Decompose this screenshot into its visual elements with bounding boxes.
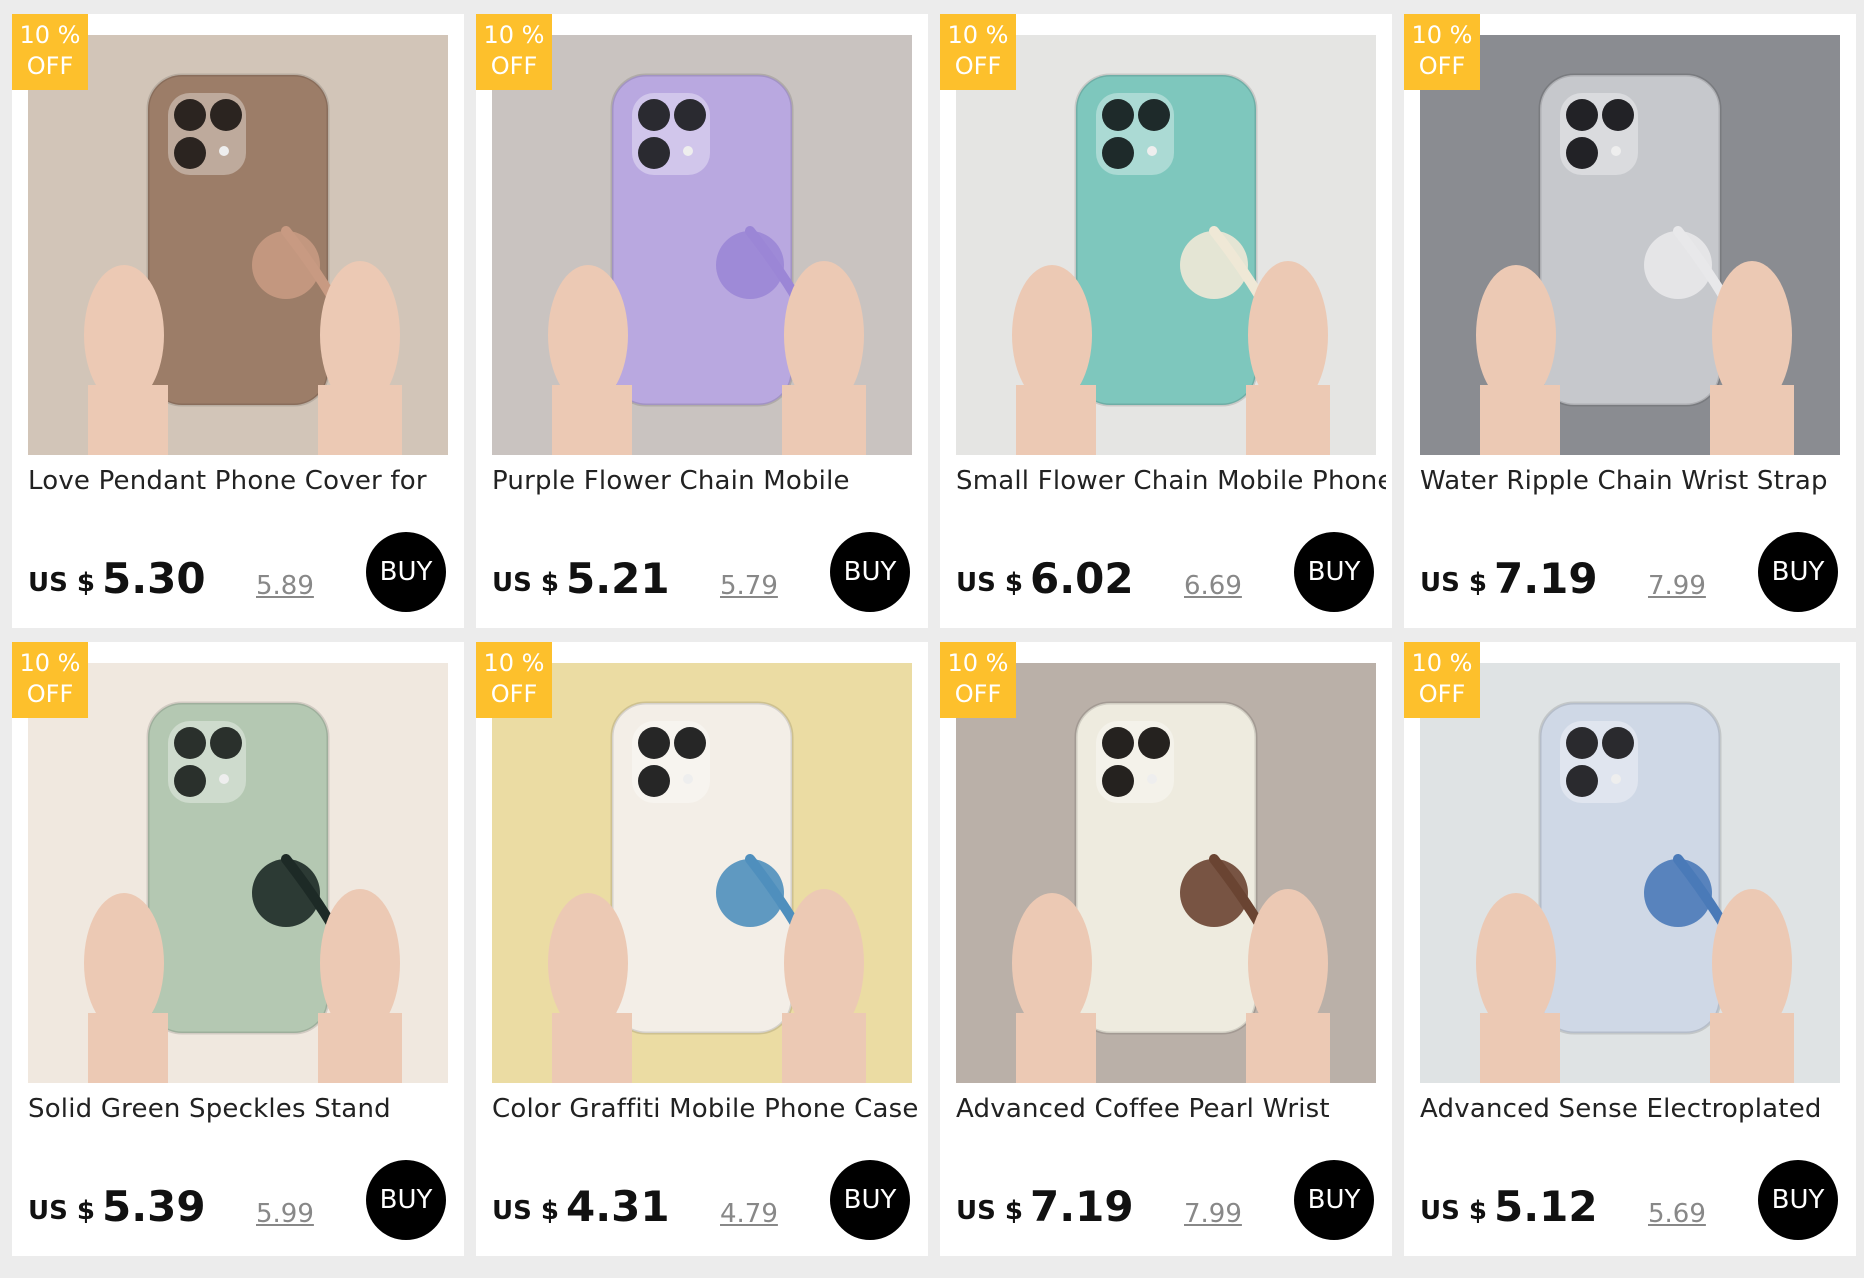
discount-badge: 10 % OFF — [476, 14, 552, 90]
product-card[interactable]: 10 % OFF Small Flower Chain Mobile Phone… — [940, 14, 1392, 628]
discount-percent: 10 % — [483, 21, 545, 49]
discount-badge: 10 % OFF — [1404, 14, 1480, 90]
currency-label: US $ — [1420, 1196, 1487, 1226]
product-price: 7.19 — [1494, 554, 1598, 603]
product-card[interactable]: 10 % OFF Love Pendant Phone Cover for US… — [12, 14, 464, 628]
discount-off: OFF — [490, 52, 538, 80]
original-price: 5.99 — [256, 1199, 314, 1229]
buy-button[interactable]: BUY — [366, 1160, 446, 1240]
product-image[interactable] — [956, 663, 1376, 1083]
product-price: 4.31 — [566, 1182, 670, 1231]
discount-badge: 10 % OFF — [12, 14, 88, 90]
discount-percent: 10 % — [483, 649, 545, 677]
product-price: 5.39 — [102, 1182, 206, 1231]
discount-badge: 10 % OFF — [940, 14, 1016, 90]
discount-percent: 10 % — [947, 21, 1009, 49]
product-price: 6.02 — [1030, 554, 1134, 603]
product-image[interactable] — [956, 35, 1376, 455]
product-image[interactable] — [492, 35, 912, 455]
discount-off: OFF — [954, 52, 1002, 80]
phone-case-illustration — [28, 663, 448, 1083]
original-price: 6.69 — [1184, 571, 1242, 601]
product-image[interactable] — [492, 663, 912, 1083]
product-card[interactable]: 10 % OFF Color Graffiti Mobile Phone Cas… — [476, 642, 928, 1256]
discount-off: OFF — [1418, 680, 1466, 708]
discount-badge: 10 % OFF — [476, 642, 552, 718]
product-title[interactable]: Advanced Sense Electroplated — [1420, 1094, 1850, 1124]
phone-case-illustration — [492, 35, 912, 455]
buy-button[interactable]: BUY — [1294, 532, 1374, 612]
discount-percent: 10 % — [1411, 21, 1473, 49]
discount-off: OFF — [26, 680, 74, 708]
discount-percent: 10 % — [19, 21, 81, 49]
original-price: 7.99 — [1184, 1199, 1242, 1229]
currency-label: US $ — [28, 1196, 95, 1226]
discount-percent: 10 % — [1411, 649, 1473, 677]
product-image[interactable] — [1420, 663, 1840, 1083]
product-title[interactable]: Color Graffiti Mobile Phone Case — [492, 1094, 922, 1124]
discount-badge: 10 % OFF — [12, 642, 88, 718]
currency-label: US $ — [1420, 568, 1487, 598]
currency-label: US $ — [492, 1196, 559, 1226]
product-price: 5.30 — [102, 554, 206, 603]
discount-badge: 10 % OFF — [1404, 642, 1480, 718]
original-price: 5.79 — [720, 571, 778, 601]
product-title[interactable]: Small Flower Chain Mobile Phone — [956, 466, 1386, 496]
product-title[interactable]: Purple Flower Chain Mobile — [492, 466, 922, 496]
product-image[interactable] — [28, 35, 448, 455]
discount-off: OFF — [26, 52, 74, 80]
product-card[interactable]: 10 % OFF Advanced Coffee Pearl Wrist US … — [940, 642, 1392, 1256]
discount-off: OFF — [954, 680, 1002, 708]
discount-percent: 10 % — [19, 649, 81, 677]
original-price: 5.89 — [256, 571, 314, 601]
buy-button[interactable]: BUY — [830, 532, 910, 612]
phone-case-illustration — [956, 663, 1376, 1083]
product-title[interactable]: Water Ripple Chain Wrist Strap — [1420, 466, 1850, 496]
product-title[interactable]: Advanced Coffee Pearl Wrist — [956, 1094, 1386, 1124]
product-title[interactable]: Love Pendant Phone Cover for — [28, 466, 458, 496]
currency-label: US $ — [492, 568, 559, 598]
discount-off: OFF — [490, 680, 538, 708]
product-card[interactable]: 10 % OFF Solid Green Speckles Stand US $… — [12, 642, 464, 1256]
product-card[interactable]: 10 % OFF Advanced Sense Electroplated US… — [1404, 642, 1856, 1256]
buy-button[interactable]: BUY — [1294, 1160, 1374, 1240]
discount-badge: 10 % OFF — [940, 642, 1016, 718]
original-price: 5.69 — [1648, 1199, 1706, 1229]
original-price: 7.99 — [1648, 571, 1706, 601]
product-grid: 10 % OFF Love Pendant Phone Cover for US… — [12, 14, 1856, 1256]
phone-case-illustration — [1420, 35, 1840, 455]
phone-case-illustration — [28, 35, 448, 455]
discount-percent: 10 % — [947, 649, 1009, 677]
phone-case-illustration — [1420, 663, 1840, 1083]
currency-label: US $ — [956, 568, 1023, 598]
buy-button[interactable]: BUY — [830, 1160, 910, 1240]
currency-label: US $ — [956, 1196, 1023, 1226]
buy-button[interactable]: BUY — [1758, 532, 1838, 612]
original-price: 4.79 — [720, 1199, 778, 1229]
currency-label: US $ — [28, 568, 95, 598]
discount-off: OFF — [1418, 52, 1466, 80]
product-price: 5.12 — [1494, 1182, 1598, 1231]
product-title[interactable]: Solid Green Speckles Stand — [28, 1094, 458, 1124]
product-price: 7.19 — [1030, 1182, 1134, 1231]
phone-case-illustration — [956, 35, 1376, 455]
product-card[interactable]: 10 % OFF Water Ripple Chain Wrist Strap … — [1404, 14, 1856, 628]
buy-button[interactable]: BUY — [1758, 1160, 1838, 1240]
buy-button[interactable]: BUY — [366, 532, 446, 612]
product-card[interactable]: 10 % OFF Purple Flower Chain Mobile US $… — [476, 14, 928, 628]
phone-case-illustration — [492, 663, 912, 1083]
product-image[interactable] — [28, 663, 448, 1083]
product-image[interactable] — [1420, 35, 1840, 455]
product-price: 5.21 — [566, 554, 670, 603]
